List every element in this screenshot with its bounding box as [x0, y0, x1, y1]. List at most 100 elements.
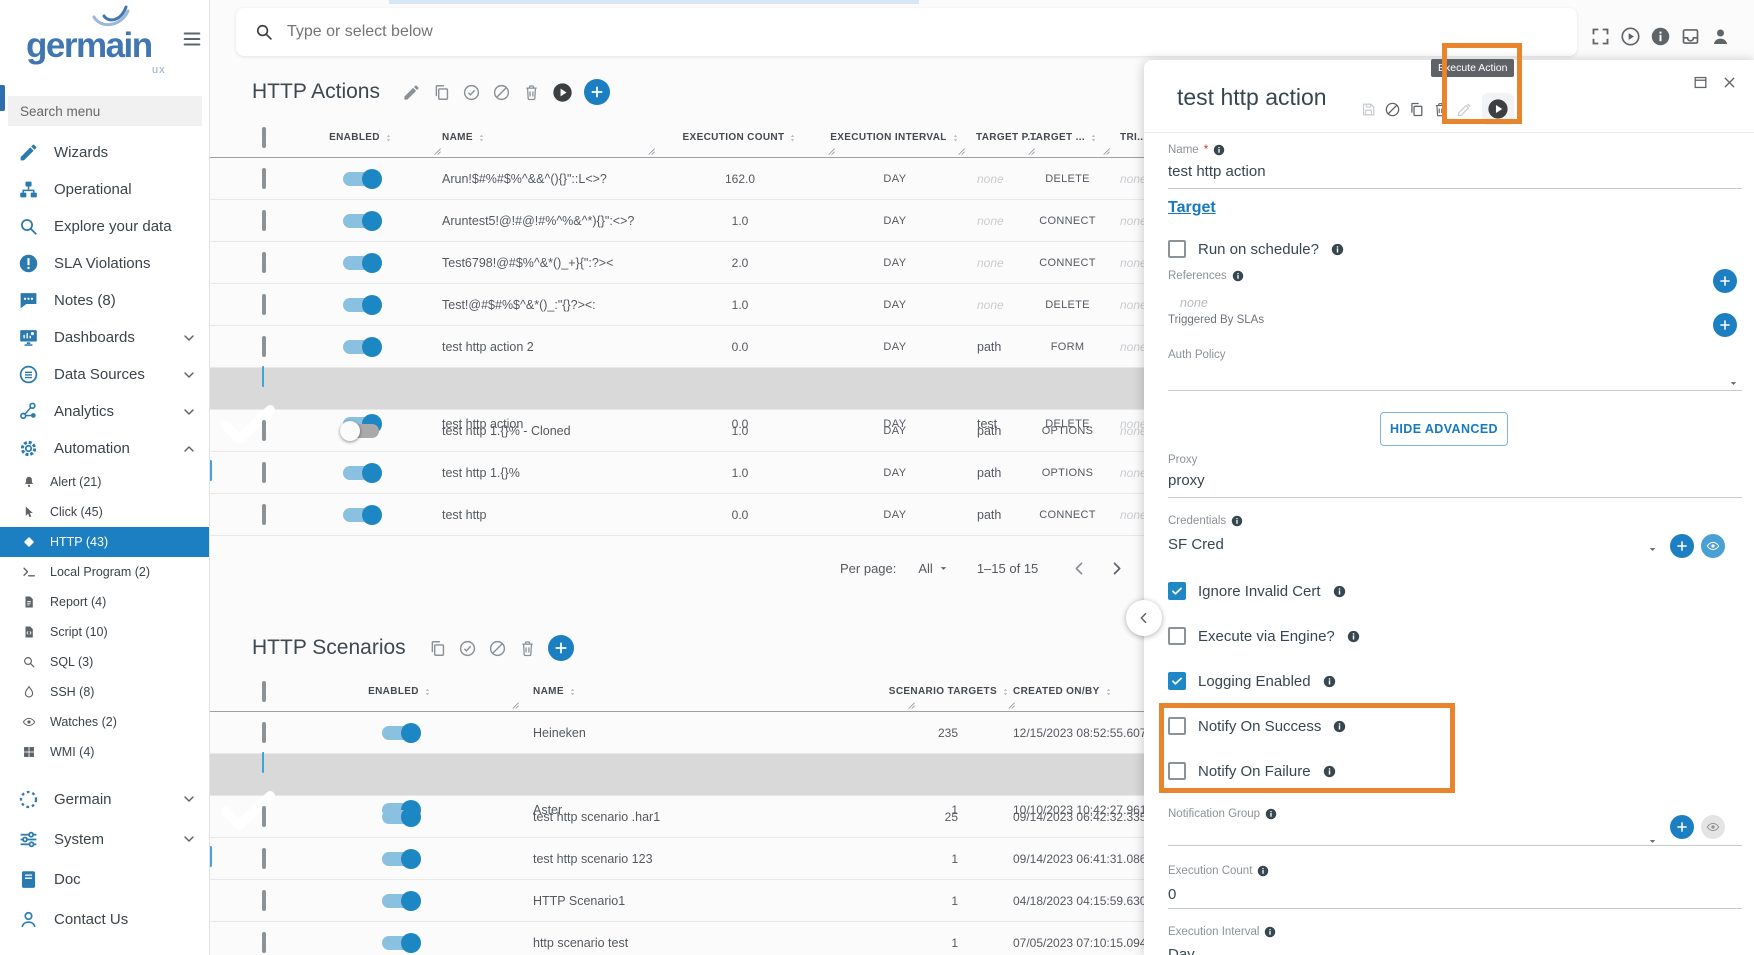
table-row[interactable]: test http 1.{}%1.0DAYpathOPTIONSnone [210, 452, 1220, 494]
sidebar-item-dashboards[interactable]: Dashboards [0, 319, 209, 356]
global-search-input[interactable] [287, 23, 987, 41]
table-row[interactable]: Arun!$#%#$%^&&^(){}"::L<>?162.0DAYnoneDE… [210, 158, 1220, 200]
row-checkbox[interactable] [262, 210, 266, 231]
column-header-scenario-targets[interactable]: SCENARIO TARGETS [910, 672, 1010, 711]
execute-action-button[interactable] [1482, 93, 1514, 125]
info-icon[interactable] [1232, 270, 1244, 282]
select-all-checkbox[interactable] [262, 127, 266, 148]
execution-count-field[interactable]: 0 [1168, 886, 1176, 903]
copy-icon[interactable] [432, 83, 451, 102]
hide-advanced-button[interactable]: HIDE ADVANCED [1380, 412, 1508, 446]
sidebar-subitem-alert-21[interactable]: Alert (21) [0, 467, 209, 497]
next-page-icon[interactable] [1107, 559, 1126, 578]
enabled-toggle[interactable] [343, 466, 379, 480]
info-icon[interactable] [1257, 865, 1269, 877]
checkbox[interactable] [1168, 762, 1186, 780]
chevron-down-icon[interactable] [181, 330, 197, 346]
row-checkbox[interactable] [262, 168, 266, 189]
select-all-checkbox[interactable] [262, 681, 266, 702]
row-checkbox[interactable] [262, 336, 266, 357]
info-icon[interactable] [1323, 675, 1336, 688]
resize-handle-icon[interactable] [645, 145, 656, 156]
resize-handle-icon[interactable] [509, 699, 520, 710]
resize-handle-icon[interactable] [905, 699, 916, 710]
play-circle-icon[interactable] [1620, 26, 1641, 47]
notify-on-success-checkbox[interactable]: Notify On Success [1168, 717, 1360, 735]
column-header-name[interactable]: NAME [514, 672, 910, 711]
row-checkbox[interactable] [262, 504, 266, 525]
window-restore-icon[interactable] [1692, 74, 1709, 91]
add-notification-group-button[interactable] [1670, 815, 1694, 839]
add-sla-button[interactable] [1713, 313, 1737, 337]
sort-icon[interactable] [477, 131, 486, 145]
sidebar-item-analytics[interactable]: Analytics [0, 393, 209, 430]
column-header-name[interactable]: NAME [436, 118, 650, 157]
row-checkbox[interactable] [262, 890, 266, 911]
sidebar-subitem-http-43[interactable]: HTTP (43) [0, 527, 209, 557]
resize-handle-icon[interactable] [431, 145, 442, 156]
enabled-toggle[interactable] [343, 508, 379, 522]
row-checkbox[interactable] [262, 848, 266, 869]
sidebar-subitem-wmi-4[interactable]: WMI (4) [0, 737, 209, 767]
table-row[interactable]: Aruntest5!@!#@!#%^%&^*){}":<>?1.0DAYnone… [210, 200, 1220, 242]
chevron-down-icon[interactable] [181, 404, 197, 420]
table-row[interactable]: test http0.0DAYpathCONNECTnone [210, 494, 1220, 536]
row-checkbox[interactable] [262, 420, 266, 441]
chevron-up-icon[interactable] [181, 441, 197, 457]
table-row[interactable]: Test!@#$#%$^&*()_:"{}?><:1.0DAYnoneDELET… [210, 284, 1220, 326]
table-row[interactable]: Test6798!@#$%^&*()_+}{":?><2.0DAYnoneCON… [210, 242, 1220, 284]
sidebar-item-system[interactable]: System [0, 819, 209, 859]
sidebar-item-germain[interactable]: Germain [0, 779, 209, 819]
column-header-execution-count[interactable]: EXECUTION COUNT [650, 118, 830, 157]
enabled-toggle[interactable] [343, 214, 379, 228]
run-on-schedule-checkbox[interactable]: Run on schedule? [1168, 240, 1344, 258]
chevron-down-icon[interactable] [181, 791, 197, 807]
enabled-toggle[interactable] [343, 256, 379, 270]
row-checkbox[interactable] [262, 294, 266, 315]
checkbox[interactable] [1168, 717, 1186, 735]
sort-icon[interactable] [1104, 685, 1113, 699]
block-button[interactable] [1384, 101, 1401, 118]
notify-on-failure-checkbox[interactable]: Notify On Failure [1168, 762, 1360, 780]
sidebar-search-input[interactable] [8, 96, 202, 126]
per-page-select[interactable]: All [918, 561, 948, 576]
sidebar-subitem-watches-2[interactable]: Watches (2) [0, 707, 209, 737]
column-header-enabled[interactable]: ENABLED [286, 118, 436, 157]
sort-icon[interactable] [384, 131, 393, 145]
resize-handle-icon[interactable] [955, 145, 966, 156]
enabled-toggle[interactable] [382, 726, 418, 740]
sidebar-item-automation[interactable]: Automation [0, 430, 209, 467]
row-checkbox[interactable] [262, 806, 266, 827]
copy-icon[interactable] [428, 639, 447, 658]
column-header-enabled[interactable]: ENABLED [286, 672, 514, 711]
sidebar-item-doc[interactable]: Doc [0, 859, 209, 899]
target-link[interactable]: Target [1168, 199, 1216, 217]
inbox-icon[interactable] [1680, 26, 1701, 47]
sidebar-item-operational[interactable]: Operational [0, 171, 209, 208]
resize-handle-icon[interactable] [825, 145, 836, 156]
prev-page-icon[interactable] [1070, 559, 1089, 578]
enabled-toggle[interactable] [382, 894, 418, 908]
resize-handle-icon[interactable] [1100, 145, 1111, 156]
checkbox[interactable] [1168, 240, 1186, 258]
sidebar-subitem-click-45[interactable]: Click (45) [0, 497, 209, 527]
credentials-caret-icon[interactable] [1647, 544, 1658, 555]
chevron-down-icon[interactable] [181, 831, 197, 847]
row-checkbox[interactable] [262, 722, 266, 743]
sort-icon[interactable] [423, 685, 432, 699]
check-circle-icon[interactable] [462, 83, 481, 102]
sort-icon[interactable] [788, 131, 797, 145]
sidebar-item-wizards[interactable]: Wizards [0, 134, 209, 171]
info-icon[interactable] [1231, 515, 1243, 527]
add-credential-button[interactable] [1670, 534, 1694, 558]
column-header-target-p[interactable]: TARGET P... [960, 118, 1030, 157]
sidebar-subitem-ssh-8[interactable]: SSH (8) [0, 677, 209, 707]
sidebar-item-explore-your-data[interactable]: Explore your data [0, 208, 209, 245]
trash-icon[interactable] [522, 83, 541, 102]
check-circle-icon[interactable] [458, 639, 477, 658]
copy-button[interactable] [1408, 101, 1425, 118]
name-field[interactable]: test http action [1168, 163, 1266, 180]
execution-interval-field[interactable]: Day [1168, 946, 1195, 955]
info-icon[interactable] [1650, 26, 1671, 47]
info-icon[interactable] [1333, 585, 1346, 598]
